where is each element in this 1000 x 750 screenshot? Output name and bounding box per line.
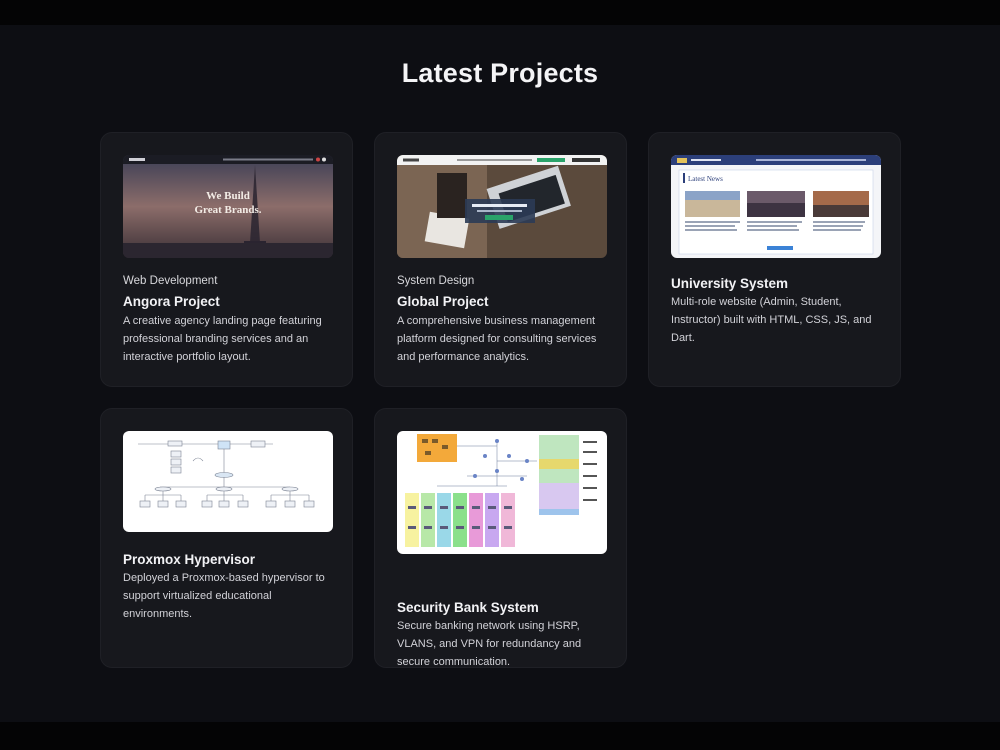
project-card-security-bank[interactable]: Security Bank System Secure banking netw… <box>374 408 627 668</box>
project-card-university[interactable]: Latest News University System Multi-role… <box>648 132 901 387</box>
project-card-proxmox[interactable]: Proxmox Hypervisor Deployed a Proxmox-ba… <box>100 408 353 668</box>
proxmox-thumbnail[interactable] <box>123 431 333 532</box>
project-description: A comprehensive business management plat… <box>397 315 597 363</box>
project-description: Secure banking network using HSRP, VLANS… <box>397 620 582 668</box>
project-card-angora[interactable]: We Build Great Brands. Web Development A… <box>100 132 353 387</box>
project-title[interactable]: Security Bank System <box>397 600 539 615</box>
project-category: System Design <box>397 275 475 287</box>
university-news-heading: Latest News <box>688 175 723 183</box>
bottom-bar <box>0 722 1000 750</box>
project-title[interactable]: Angora Project <box>123 294 220 309</box>
section-title: Latest Projects <box>401 58 599 88</box>
top-bar <box>0 0 1000 25</box>
project-title[interactable]: University System <box>671 276 788 291</box>
project-description: Multi-role website (Admin, Student, Inst… <box>671 296 872 344</box>
project-title[interactable]: Proxmox Hypervisor <box>123 552 255 567</box>
university-thumbnail[interactable]: Latest News <box>671 155 881 258</box>
project-card-global[interactable]: System Design Global Project A comprehen… <box>374 132 627 387</box>
project-description: A creative agency landing page featuring… <box>123 315 322 363</box>
project-category: Web Development <box>123 275 218 287</box>
global-thumbnail[interactable] <box>397 155 607 258</box>
angora-thumbnail[interactable]: We Build Great Brands. <box>123 155 333 258</box>
angora-hero-text-line1: We Build <box>206 190 250 202</box>
project-description: Deployed a Proxmox-based hypervisor to s… <box>123 572 325 620</box>
project-title[interactable]: Global Project <box>397 294 489 309</box>
security-bank-thumbnail[interactable] <box>397 431 607 554</box>
angora-hero-text-line2: Great Brands. <box>194 204 261 216</box>
latest-projects-section: Latest Projects We Build Great Brands. W… <box>0 25 1000 722</box>
